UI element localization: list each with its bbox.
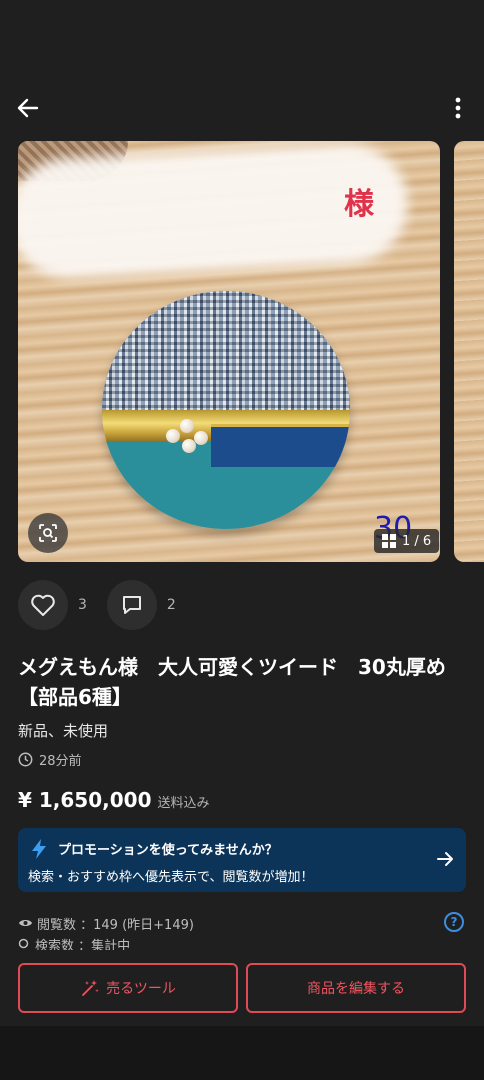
system-navigation-area <box>0 1026 484 1080</box>
item-price: ¥ 1,650,000 <box>18 788 152 812</box>
listing-time: 28分前 <box>18 750 82 769</box>
shipping-note: 送料込み <box>157 796 210 811</box>
item-title: メグえもん様 大人可愛くツイード 30丸厚め【部品6種】 <box>18 655 446 709</box>
lightning-icon <box>32 839 46 859</box>
edit-item-button[interactable]: 商品を編集する <box>246 963 466 1013</box>
search-icon <box>18 938 29 948</box>
promotion-banner[interactable]: プロモーションを使ってみませんか？ 検索・おすすめ枠へ優先表示で、閲覧数が増加！ <box>18 828 466 892</box>
eye-icon <box>19 920 32 926</box>
item-stats: 閲覧数 ：149 (昨日+149) 検索数 ：集計中 ? <box>18 912 466 950</box>
image-search-button[interactable] <box>28 513 68 553</box>
magic-wand-icon <box>82 980 99 996</box>
more-options-button[interactable] <box>448 94 468 122</box>
heart-icon <box>31 594 55 616</box>
sell-tools-label: 売るツール <box>106 981 176 997</box>
comment-count: 2 <box>166 597 176 613</box>
item-actions: 3 2 <box>18 580 196 630</box>
bottom-action-bar: 売るツール 商品を編集する <box>0 950 484 1026</box>
grid-icon <box>382 534 396 548</box>
views-text: 閲覧数 ：149 (昨日+149) <box>37 917 194 933</box>
product-photo[interactable]: 様 30 1 / 6 <box>18 141 440 562</box>
top-bar <box>0 80 484 138</box>
search-count-text: 検索数 ：集計中 <box>35 938 131 951</box>
search-count-row: 検索数 ：集計中 <box>18 938 130 950</box>
arrow-left-icon <box>17 98 39 118</box>
price-row: ¥ 1,650,000 送料込み <box>18 788 210 812</box>
lens-search-icon <box>39 524 57 542</box>
comment-icon <box>122 596 141 614</box>
next-photo-preview[interactable] <box>454 141 484 562</box>
sell-tools-button[interactable]: 売るツール <box>18 963 238 1013</box>
edit-item-label: 商品を編集する <box>307 981 405 997</box>
promotion-description: 検索・おすすめ枠へ優先表示で、閲覧数が増加！ <box>28 870 314 885</box>
back-button[interactable] <box>14 94 42 122</box>
promotion-title: プロモーションを使ってみませんか？ <box>58 843 278 858</box>
views-row: 閲覧数 ：149 (昨日+149) <box>18 912 466 934</box>
item-condition: 新品、未使用 <box>18 722 109 740</box>
brooch-image <box>102 291 350 529</box>
help-icon[interactable]: ? <box>444 912 464 932</box>
like-count: 3 <box>78 597 87 613</box>
image-counter-text: 1 / 6 <box>402 533 432 549</box>
listing-time-text: 28分前 <box>39 754 82 769</box>
image-carousel[interactable]: 様 30 1 / 6 <box>18 141 484 562</box>
clock-icon <box>18 752 33 767</box>
like-button[interactable] <box>18 580 68 630</box>
more-vertical-icon <box>455 97 461 119</box>
arrow-right-icon <box>437 852 453 866</box>
photo-overlay-mark: 様 <box>344 187 374 222</box>
comment-button[interactable] <box>106 580 157 630</box>
image-counter[interactable]: 1 / 6 <box>374 529 440 553</box>
